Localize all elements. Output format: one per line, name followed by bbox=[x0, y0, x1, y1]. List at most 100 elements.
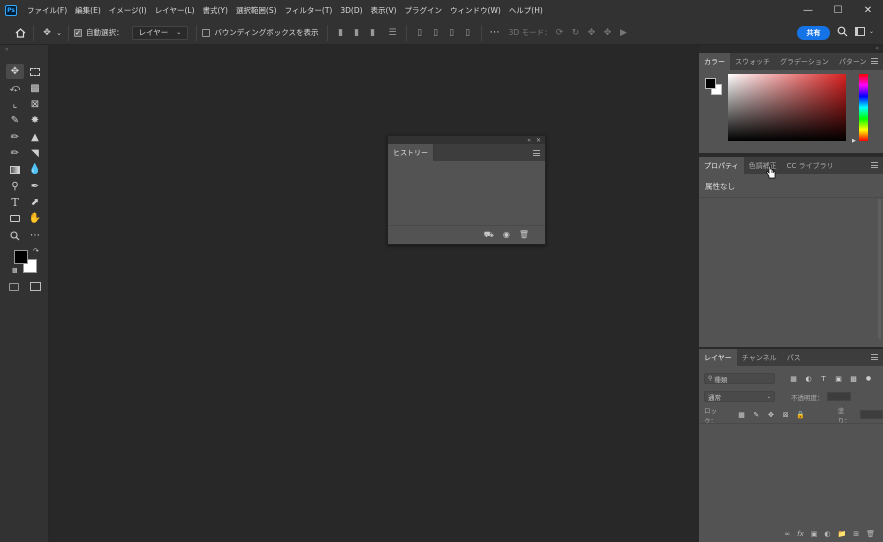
panel-menu-icon[interactable] bbox=[871, 162, 878, 168]
filter-shape-icon[interactable]: ▣ bbox=[834, 374, 843, 383]
distribute-vertical-icon[interactable]: ▯ bbox=[460, 25, 476, 41]
slide-3d-icon[interactable]: ✥ bbox=[600, 25, 616, 41]
menu-file[interactable]: ファイル(F) bbox=[23, 0, 71, 21]
align-middle-icon[interactable]: ▯ bbox=[428, 25, 444, 41]
filter-toggle-icon[interactable]: ● bbox=[864, 374, 873, 383]
fx-icon[interactable]: fx bbox=[797, 530, 804, 538]
move-tool-icon[interactable]: ✥ bbox=[6, 64, 24, 79]
menu-help[interactable]: ヘルプ(H) bbox=[505, 0, 547, 21]
more-options-icon[interactable]: ⋯ bbox=[487, 25, 503, 41]
dodge-tool-icon[interactable]: ⚲ bbox=[6, 179, 24, 194]
filter-pixel-icon[interactable]: ▦ bbox=[789, 374, 798, 383]
opacity-field[interactable] bbox=[826, 392, 851, 401]
home-icon[interactable] bbox=[12, 25, 28, 41]
lock-image-pixels-icon[interactable]: ✎ bbox=[752, 410, 761, 419]
tab-channels[interactable]: チャンネル bbox=[737, 349, 782, 366]
align-center-icon[interactable]: ▮ bbox=[349, 25, 365, 41]
foreground-color-swatch[interactable] bbox=[14, 250, 28, 264]
screen-mode-icon[interactable] bbox=[30, 282, 41, 291]
tab-layers[interactable]: レイヤー bbox=[699, 349, 737, 366]
chevron-down-icon[interactable]: ⌄ bbox=[55, 25, 63, 41]
align-top-icon[interactable]: ▯ bbox=[412, 25, 428, 41]
distribute-icon[interactable]: ☰ bbox=[385, 25, 401, 41]
maximize-icon[interactable]: ☐ bbox=[823, 0, 853, 21]
panel-menu-icon[interactable] bbox=[871, 58, 878, 64]
align-left-icon[interactable]: ▮ bbox=[333, 25, 349, 41]
collapse-icon[interactable]: » bbox=[5, 46, 9, 53]
eyedropper-tool-icon[interactable]: ✎ bbox=[6, 113, 24, 128]
lock-artboard-icon[interactable]: ⊠ bbox=[781, 410, 790, 419]
history-list[interactable] bbox=[388, 161, 545, 225]
new-layer-icon[interactable]: ⊞ bbox=[853, 530, 859, 538]
collapse-icon[interactable]: « bbox=[875, 45, 879, 52]
menu-view[interactable]: 表示(V) bbox=[367, 0, 401, 21]
tab-swatches[interactable]: スウォッチ bbox=[730, 53, 775, 70]
fill-field[interactable] bbox=[859, 410, 883, 419]
new-group-folder-icon[interactable]: 📁 bbox=[838, 530, 847, 538]
menu-type[interactable]: 書式(Y) bbox=[199, 0, 232, 21]
edit-toolbar-icon[interactable]: ⋯ bbox=[26, 228, 44, 243]
layer-filter-kind-dropdown[interactable]: ⚲ 種類 bbox=[704, 373, 775, 384]
tab-history[interactable]: ヒストリー bbox=[388, 144, 434, 161]
default-colors-icon[interactable]: ▩ bbox=[12, 267, 18, 274]
filter-smart-object-icon[interactable]: ▩ bbox=[849, 374, 858, 383]
gradient-tool-icon[interactable] bbox=[6, 162, 24, 177]
lock-transparent-pixels-icon[interactable]: ▦ bbox=[737, 410, 746, 419]
tab-gradients[interactable]: グラデーション bbox=[775, 53, 834, 70]
object-selection-tool-icon[interactable]: ▩ bbox=[26, 81, 44, 96]
align-bottom-icon[interactable]: ▯ bbox=[444, 25, 460, 41]
menu-plugins[interactable]: プラグイン bbox=[401, 0, 447, 21]
workspace-icon[interactable] bbox=[855, 27, 865, 36]
zoom-tool-icon[interactable] bbox=[6, 228, 24, 243]
crop-tool-icon[interactable]: ⌞ bbox=[6, 97, 24, 112]
canvas-area[interactable] bbox=[49, 45, 699, 542]
minimize-icon[interactable]: — bbox=[793, 0, 823, 21]
hand-tool-icon[interactable]: ✋ bbox=[26, 211, 44, 226]
quick-mask-icon[interactable] bbox=[9, 283, 19, 291]
add-mask-icon[interactable]: ▣ bbox=[811, 530, 818, 538]
trash-icon[interactable]: 🗑 bbox=[519, 230, 529, 239]
lock-all-icon[interactable]: 🔒 bbox=[796, 410, 805, 419]
healing-brush-tool-icon[interactable]: ✸ bbox=[26, 113, 44, 128]
auto-select-target-dropdown[interactable]: レイヤー ⌄ bbox=[131, 25, 189, 40]
menu-layer[interactable]: レイヤー(L) bbox=[151, 0, 199, 21]
lock-position-icon[interactable]: ✥ bbox=[767, 410, 776, 419]
close-icon[interactable]: ✕ bbox=[536, 137, 541, 144]
blur-tool-icon[interactable]: 💧 bbox=[26, 162, 44, 177]
path-selection-tool-icon[interactable]: ⬈ bbox=[26, 195, 44, 210]
frame-tool-icon[interactable]: ⊠ bbox=[26, 97, 44, 112]
search-icon[interactable] bbox=[837, 26, 848, 39]
eraser-tool-icon[interactable]: ◥ bbox=[26, 146, 44, 161]
foreground-color-swatch[interactable] bbox=[705, 78, 716, 89]
bounding-box-checkbox[interactable] bbox=[202, 28, 211, 37]
chevron-down-icon[interactable]: ⌄ bbox=[869, 28, 874, 35]
pan-3d-icon[interactable]: ✥ bbox=[584, 25, 600, 41]
menu-filter[interactable]: フィルター(T) bbox=[281, 0, 337, 21]
snapshot-camera-icon[interactable]: ◉ bbox=[503, 230, 510, 239]
history-brush-tool-icon[interactable]: ✏ bbox=[6, 146, 24, 161]
lasso-tool-icon[interactable]: ⤽ bbox=[6, 81, 24, 96]
auto-select-checkbox[interactable]: ✓ bbox=[74, 28, 82, 37]
blend-mode-dropdown[interactable]: 通常 ⌄ bbox=[704, 391, 775, 402]
pen-tool-icon[interactable]: ✒ bbox=[26, 179, 44, 194]
menu-select[interactable]: 選択範囲(S) bbox=[232, 0, 281, 21]
roll-3d-icon[interactable]: ↻ bbox=[568, 25, 584, 41]
swap-colors-icon[interactable]: ↷ bbox=[33, 247, 39, 255]
align-right-icon[interactable]: ▮ bbox=[365, 25, 381, 41]
tab-paths[interactable]: パス bbox=[782, 349, 806, 366]
panel-menu-icon[interactable] bbox=[533, 150, 540, 156]
filter-adjustment-icon[interactable]: ◐ bbox=[804, 374, 813, 383]
menu-window[interactable]: ウィンドウ(W) bbox=[446, 0, 505, 21]
adjustment-layer-icon[interactable]: ◐ bbox=[824, 530, 830, 538]
color-picker-field[interactable] bbox=[728, 74, 846, 141]
scrollbar[interactable] bbox=[878, 199, 881, 339]
link-layers-icon[interactable]: ∞ bbox=[784, 530, 790, 538]
tab-color[interactable]: カラー bbox=[699, 53, 730, 70]
marquee-tool-icon[interactable] bbox=[26, 64, 44, 79]
brush-tool-icon[interactable]: ✏ bbox=[6, 130, 24, 145]
tab-patterns[interactable]: パターン bbox=[834, 53, 872, 70]
menu-edit[interactable]: 編集(E) bbox=[71, 0, 105, 21]
close-icon[interactable]: ✕ bbox=[853, 0, 883, 21]
panel-menu-icon[interactable] bbox=[871, 354, 878, 360]
menu-image[interactable]: イメージ(I) bbox=[105, 0, 151, 21]
